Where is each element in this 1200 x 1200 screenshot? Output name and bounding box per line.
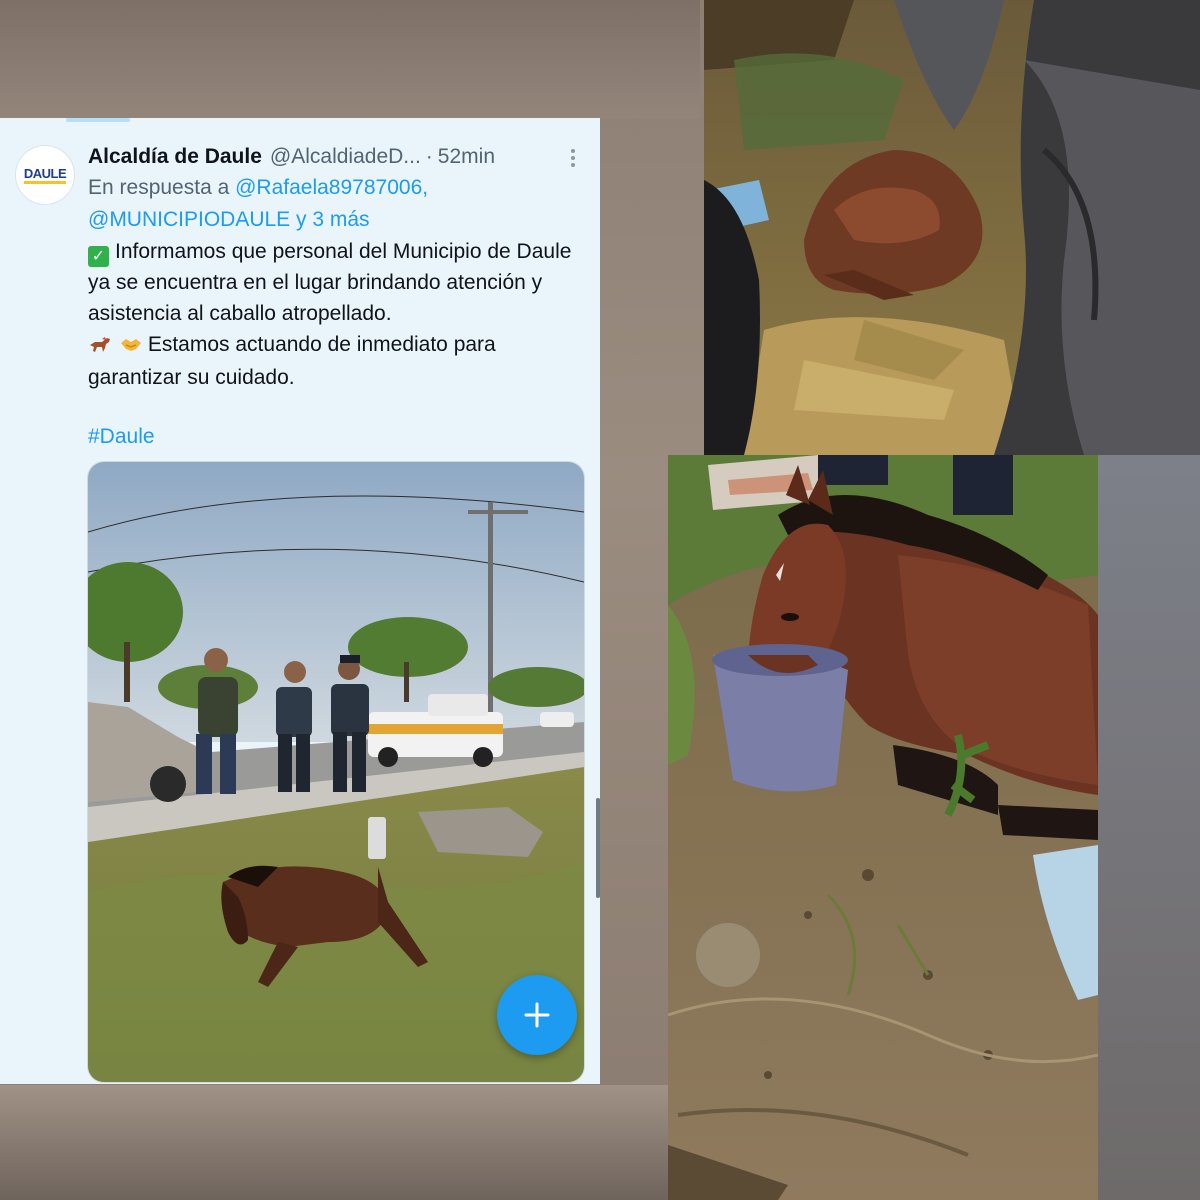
tweet-header: Alcaldía de Daule @AlcaldiadeD... · 52mi…	[88, 140, 588, 174]
collage-background-right	[1098, 455, 1200, 1200]
check-mark-icon: ✓	[88, 246, 109, 267]
handshake-icon	[120, 339, 141, 351]
reply-prefix: En respuesta a	[88, 176, 230, 199]
reply-mention-link[interactable]: @Rafaela89787006,	[235, 176, 428, 199]
horse-closeup-photo	[704, 0, 1200, 455]
collage-background-top	[0, 0, 700, 118]
avatar-logo-text: DAULE	[23, 166, 67, 184]
more-vertical-icon[interactable]	[562, 146, 584, 170]
tab-indicator	[66, 118, 130, 122]
avatar[interactable]: DAULE	[16, 146, 74, 204]
collage-background-bottom	[0, 1085, 670, 1200]
scrollbar[interactable]	[596, 798, 600, 898]
horse-icon	[90, 337, 110, 352]
timestamp[interactable]: 52min	[438, 145, 495, 169]
reply-context: En respuesta a @Rafaela89787006, @MUNICI…	[88, 172, 588, 236]
tweet-card: DAULE Alcaldía de Daule @AlcaldiadeD... …	[0, 118, 600, 1084]
display-name[interactable]: Alcaldía de Daule	[88, 145, 262, 169]
separator-dot: ·	[425, 145, 433, 168]
tweet-text: ✓ Informamos que personal del Municipio d…	[88, 236, 593, 393]
reply-more-link[interactable]: y 3 más	[296, 208, 370, 231]
compose-button[interactable]	[497, 975, 577, 1055]
tweet-text-line: Estamos actuando de inmediato para garan…	[88, 333, 496, 389]
user-handle[interactable]: @AlcaldiadeD...	[270, 145, 421, 169]
hashtag-link[interactable]: #Daule	[88, 425, 155, 449]
horse-drinking-photo	[668, 455, 1098, 1200]
plus-icon	[524, 1002, 550, 1028]
tweet-text-line: Informamos que personal del Municipio de…	[88, 240, 572, 325]
reply-mention-link[interactable]: @MUNICIPIODAULE	[88, 208, 290, 231]
